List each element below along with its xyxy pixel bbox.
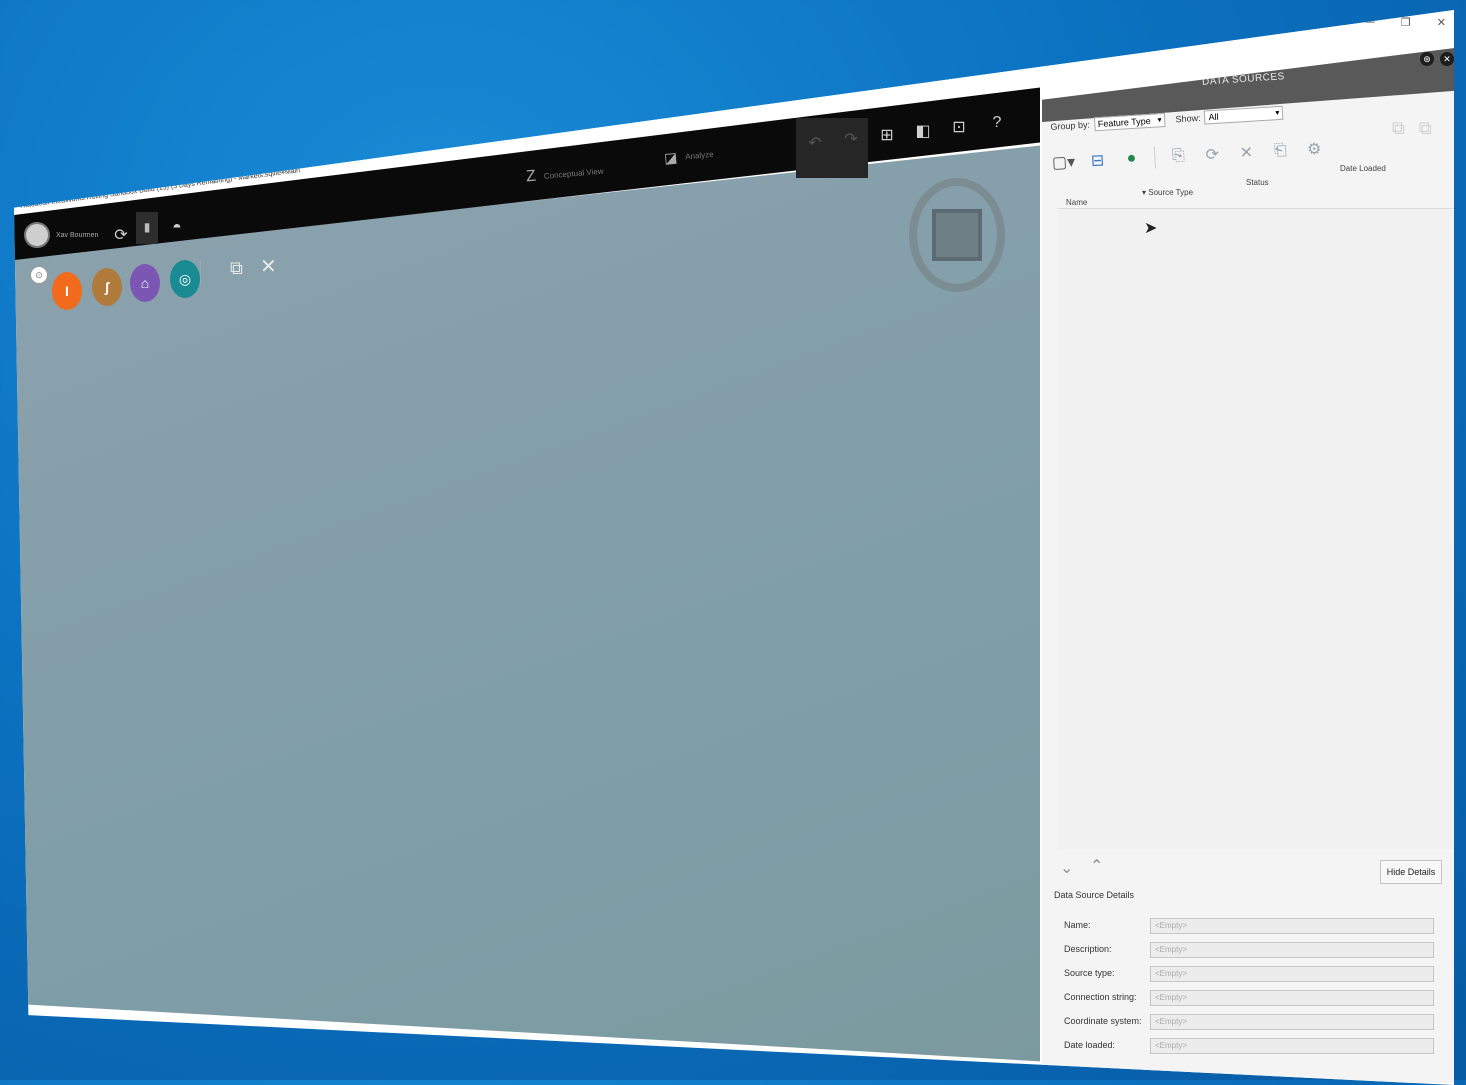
- top-toolbar-items: Xav Bourmen ⟳ ▮ ◓ Z Conceptual View ◪ An…: [14, 10, 1040, 260]
- avatar[interactable]: [24, 222, 50, 248]
- stack-icon[interactable]: ⧉: [1392, 118, 1405, 139]
- column-source-type-label: Source Type: [1148, 188, 1194, 197]
- show-label: Show:: [1175, 112, 1201, 125]
- hide-details-button[interactable]: Hide Details: [1380, 860, 1442, 884]
- app-window: Autodesk InfraWorks Rolling Sandbox Buil…: [14, 10, 1454, 1085]
- connection-string-label: Connection string:: [1064, 992, 1137, 1002]
- globe-icon[interactable]: ●: [1120, 147, 1143, 170]
- expand-all-icon[interactable]: ⌄: [1060, 858, 1073, 878]
- sync-icon[interactable]: ⟳: [106, 220, 136, 250]
- date-loaded-label: Date loaded:: [1064, 1040, 1116, 1050]
- analyze-icon: ◪: [663, 149, 678, 167]
- name-field[interactable]: <Empty>: [1150, 918, 1434, 934]
- redo-icon[interactable]: ↷: [836, 124, 866, 154]
- design-roads-button[interactable]: I: [52, 272, 82, 310]
- column-source-type[interactable]: ▾ Source Type: [1142, 188, 1193, 197]
- settings-icon[interactable]: ⚙: [1303, 138, 1326, 161]
- design-drainage-button[interactable]: ◎: [170, 260, 200, 298]
- layers-button[interactable]: ▮: [136, 212, 158, 244]
- detail-row-description: Description: <Empty>: [1064, 942, 1444, 962]
- user-name[interactable]: Xav Bourmen: [56, 232, 98, 239]
- detail-row-connection-string: Connection string: <Empty>: [1064, 990, 1444, 1010]
- detail-row-source-type: Source type: <Empty>: [1064, 966, 1444, 986]
- conceptual-design-icon: Z: [525, 167, 537, 186]
- data-sources-list[interactable]: [1058, 208, 1454, 849]
- detail-row-date-loaded: Date loaded: <Empty>: [1064, 1038, 1444, 1058]
- grid-icon[interactable]: ⊡: [944, 112, 974, 142]
- design-structures-button[interactable]: ⌂: [130, 264, 160, 302]
- copy-icon[interactable]: ⧉: [1419, 118, 1432, 139]
- group-by-select[interactable]: Feature Type: [1093, 112, 1167, 132]
- drainage-icon: ◎: [178, 270, 192, 287]
- name-label: Name:: [1064, 920, 1091, 930]
- panel-header-buttons: ⊛ ✕: [1420, 52, 1454, 66]
- view-cube[interactable]: [932, 209, 982, 261]
- panel-toolbar: ▢▾ ⊟ ● ⎘ ⟳ ✕ ⎗ ⚙: [1052, 138, 1326, 174]
- navigation-wheel[interactable]: [909, 178, 1005, 292]
- description-label: Description:: [1064, 944, 1112, 954]
- group-by-label: Group by:: [1050, 119, 1091, 132]
- details-title: Data Source Details: [1054, 890, 1135, 900]
- import-icon[interactable]: ⊟: [1086, 149, 1109, 172]
- coordinate-system-label: Coordinate system:: [1064, 1016, 1142, 1026]
- conceptual-view-button[interactable]: Z Conceptual View: [525, 162, 604, 187]
- new-data-source-icon[interactable]: ▢▾: [1052, 151, 1076, 174]
- minimize-button[interactable]: —: [1364, 16, 1375, 29]
- create-manage-icon: ⊙: [30, 266, 48, 284]
- roads-icon: I: [65, 283, 69, 299]
- data-sources-panel: DATA SOURCES ⊛ ✕ Group by: Feature Type …: [1042, 48, 1454, 1083]
- close-panel-icon[interactable]: ✕: [1440, 52, 1454, 66]
- detail-row-name: Name: <Empty>: [1064, 918, 1444, 938]
- window-controls: — ❐ ✕: [1364, 16, 1446, 29]
- mouse-cursor-icon: ➤: [1144, 220, 1158, 237]
- undo-icon[interactable]: ↶: [800, 128, 830, 158]
- close-button[interactable]: ✕: [1437, 16, 1446, 29]
- pin-icon[interactable]: ⊛: [1420, 52, 1434, 66]
- restore-button[interactable]: ❐: [1401, 16, 1411, 29]
- tools-icon[interactable]: ✕: [260, 254, 277, 279]
- model-icon[interactable]: ◓: [162, 213, 192, 243]
- conceptual-view-label: Conceptual View: [543, 166, 604, 181]
- refresh-icon[interactable]: ⟳: [1201, 143, 1224, 166]
- column-name[interactable]: Name: [1066, 198, 1087, 207]
- bridges-icon: ʃ: [104, 279, 110, 295]
- source-type-field[interactable]: <Empty>: [1150, 966, 1434, 982]
- description-field[interactable]: <Empty>: [1150, 942, 1434, 958]
- user-area: Xav Bourmen: [24, 222, 98, 248]
- column-status[interactable]: Status: [1246, 178, 1269, 187]
- insert-icon[interactable]: ⊞: [872, 120, 902, 150]
- presentation-icon[interactable]: ⧉: [230, 258, 243, 279]
- design-bridges-button[interactable]: ʃ: [92, 268, 122, 306]
- export-icon[interactable]: ⎗: [1269, 139, 1292, 162]
- analyze-label: Analyze: [684, 149, 715, 162]
- date-loaded-field[interactable]: <Empty>: [1150, 1038, 1434, 1054]
- toolbar-divider: [1153, 146, 1157, 169]
- configure-icon[interactable]: ⎘: [1167, 145, 1190, 168]
- layers-icon: ▮: [143, 220, 151, 234]
- delete-icon[interactable]: ✕: [1235, 141, 1258, 164]
- help-icon[interactable]: ?: [982, 108, 1012, 138]
- panel-icon[interactable]: ◧: [908, 116, 938, 146]
- connection-string-field[interactable]: <Empty>: [1150, 990, 1434, 1006]
- create-manage-button[interactable]: ⊙: [30, 266, 48, 284]
- column-date-loaded[interactable]: Date Loaded: [1340, 164, 1386, 173]
- detail-row-coordinate-system: Coordinate system: <Empty>: [1064, 1014, 1444, 1034]
- source-type-label: Source type:: [1064, 968, 1115, 978]
- structures-icon: ⌂: [140, 275, 150, 291]
- coordinate-system-field[interactable]: <Empty>: [1150, 1014, 1434, 1030]
- collapse-all-icon[interactable]: ⌃: [1090, 856, 1103, 876]
- analyze-button[interactable]: ◪ Analyze: [663, 146, 714, 167]
- toolrow-divider: [200, 260, 201, 286]
- panel-extra-tools: ⧉ ⧉: [1392, 118, 1432, 139]
